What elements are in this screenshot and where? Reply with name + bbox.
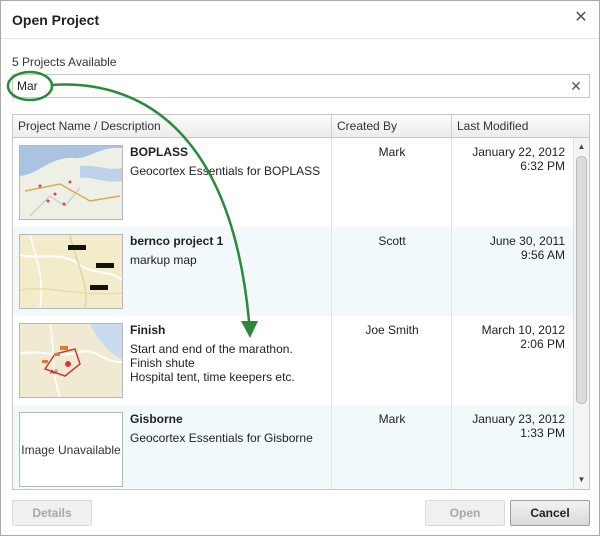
project-description: Geocortex Essentials for BOPLASS <box>130 164 321 178</box>
grid-header: Project Name / Description Created By La… <box>13 115 589 138</box>
created-by: Joe Smith <box>365 323 419 337</box>
arrow-down-icon[interactable]: ▼ <box>574 473 589 487</box>
map-thumbnail <box>19 234 123 309</box>
cancel-button[interactable]: Cancel <box>510 500 590 526</box>
dialog-titlebar: Open Project ✕ <box>1 1 599 39</box>
open-project-dialog: Open Project ✕ 5 Projects Available ✕ Pr… <box>0 0 600 536</box>
image-unavailable-label: Image Unavailable <box>21 442 121 457</box>
created-by: Mark <box>378 412 406 426</box>
svg-text:AP: AP <box>50 369 58 376</box>
search-field: ✕ <box>12 74 590 98</box>
header-created-by[interactable]: Created By <box>332 115 452 137</box>
project-grid: Project Name / Description Created By La… <box>12 114 590 490</box>
clear-icon[interactable]: ✕ <box>569 78 583 94</box>
modified-time: 6:32 PM <box>520 159 565 173</box>
search-input[interactable] <box>13 75 563 97</box>
last-modified: January 23, 2012 1:33 PM <box>452 412 565 440</box>
created-by: Mark <box>378 145 406 159</box>
image-unavailable-thumbnail: Image Unavailable <box>19 412 123 487</box>
modified-date: March 10, 2012 <box>481 323 565 337</box>
vertical-scrollbar[interactable]: ▲ ▼ <box>573 138 589 489</box>
table-row[interactable]: Image Unavailable Gisborne Geocortex Ess… <box>13 405 573 489</box>
modified-date: January 22, 2012 <box>472 145 565 159</box>
project-description: Start and end of the marathon. Finish sh… <box>130 342 295 384</box>
project-name: bernco project 1 <box>130 234 224 248</box>
map-thumbnail <box>19 145 123 220</box>
details-button[interactable]: Details <box>12 500 92 526</box>
header-last-modified[interactable]: Last Modified <box>452 115 589 137</box>
open-button[interactable]: Open <box>425 500 505 526</box>
project-name: BOPLASS <box>130 145 189 159</box>
last-modified: March 10, 2012 2:06 PM <box>452 323 565 351</box>
arrow-up-icon[interactable]: ▲ <box>574 140 589 154</box>
project-name: Gisborne <box>130 412 183 426</box>
projects-available-count: 5 Projects Available <box>12 55 117 69</box>
modified-date: June 30, 2011 <box>489 234 565 248</box>
modified-time: 9:56 AM <box>520 248 565 262</box>
modified-time: 1:33 PM <box>520 426 565 440</box>
table-row[interactable]: AP Finish Start and end of the marathon.… <box>13 316 573 405</box>
modified-date: January 23, 2012 <box>472 412 565 426</box>
close-icon[interactable]: ✕ <box>573 10 589 26</box>
map-thumbnail: AP <box>19 323 123 398</box>
grid-rows: BOPLASS Geocortex Essentials for BOPLASS… <box>13 138 573 489</box>
table-row[interactable]: BOPLASS Geocortex Essentials for BOPLASS… <box>13 138 573 227</box>
project-description: Geocortex Essentials for Gisborne <box>130 431 313 445</box>
last-modified: January 22, 2012 6:32 PM <box>452 145 565 173</box>
table-row[interactable]: bernco project 1 markup map Scott June 3… <box>13 227 573 316</box>
scrollbar-thumb[interactable] <box>576 156 587 404</box>
modified-time: 2:06 PM <box>520 337 565 351</box>
dialog-title: Open Project <box>12 12 100 28</box>
project-name: Finish <box>130 323 166 337</box>
header-project-name[interactable]: Project Name / Description <box>13 115 332 137</box>
last-modified: June 30, 2011 9:56 AM <box>452 234 565 262</box>
project-description: markup map <box>130 253 197 267</box>
created-by: Scott <box>378 234 406 248</box>
